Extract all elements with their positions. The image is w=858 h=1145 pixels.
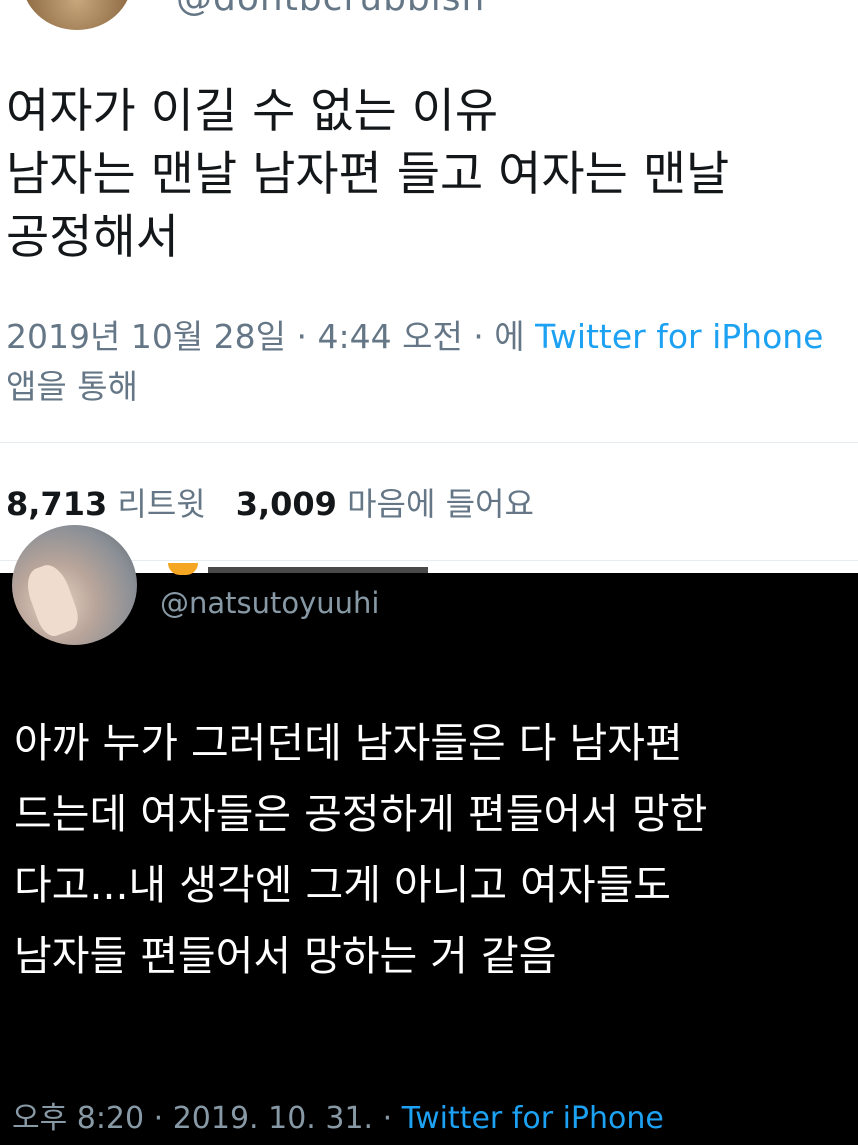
display-name-emoji xyxy=(168,563,198,575)
display-name[interactable] xyxy=(208,567,428,573)
user-handle[interactable]: @dontbcrubbish xyxy=(176,0,485,19)
tweet-text-line: 드는데 여자들은 공정하게 편들어서 망한 xyxy=(14,790,708,838)
tweet-light: @dontbcrubbish 여자가 이길 수 없는 이유 남자는 맨날 남자편… xyxy=(0,0,858,573)
tweet-timestamp[interactable]: 오후 8:20 · 2019. 10. 31. · xyxy=(12,1101,402,1136)
user-handle[interactable]: @natsutoyuuhi xyxy=(160,586,379,620)
likes-label: 마음에 들어요 xyxy=(347,485,534,523)
avatar[interactable] xyxy=(22,0,132,30)
tweet-date[interactable]: 2019년 10월 28일 · 4:44 오전 · 에 xyxy=(6,317,535,356)
retweets-stat[interactable]: 8,713 리트윗 xyxy=(6,485,206,523)
source-link[interactable]: Twitter for iPhone xyxy=(402,1101,664,1136)
tweet-text-line: 여자가 이길 수 없는 이유 xyxy=(6,84,499,139)
tweet-text: 여자가 이길 수 없는 이유 남자는 맨날 남자편 들고 여자는 맨날 공정해서 xyxy=(6,80,856,269)
retweets-label: 리트윗 xyxy=(117,485,206,523)
source-link[interactable]: Twitter for iPhone xyxy=(535,317,823,356)
tweet-text-line: 아까 누가 그러던데 남자들은 다 남자편 xyxy=(14,719,683,767)
tweet-meta: 2019년 10월 28일 · 4:44 오전 · 에 Twitter for … xyxy=(6,312,858,412)
tweet-text-line: 다고...내 생각엔 그게 아니고 여자들도 xyxy=(14,861,672,909)
tweet-text-line: 남자들 편들어서 망하는 거 같음 xyxy=(14,932,557,980)
retweets-count: 8,713 xyxy=(6,485,108,523)
source-suffix: 앱을 통해 xyxy=(6,367,138,406)
tweet-text-line: 공정해서 xyxy=(6,210,179,265)
tweet-text-line: 남자는 맨날 남자편 들고 여자는 맨날 xyxy=(6,147,730,202)
tweet-stats: 8,713 리트윗 3,009 마음에 들어요 xyxy=(6,479,534,525)
tweet-dark: @natsutoyuuhi 아까 누가 그러던데 남자들은 다 남자편 드는데 … xyxy=(0,525,858,1145)
divider xyxy=(0,442,858,443)
likes-stat[interactable]: 3,009 마음에 들어요 xyxy=(236,485,534,523)
likes-count: 3,009 xyxy=(235,485,337,523)
tweet-text: 아까 누가 그러던데 남자들은 다 남자편 드는데 여자들은 공정하게 편들어서… xyxy=(14,708,858,992)
tweet-meta: 오후 8:20 · 2019. 10. 31. · Twitter for iP… xyxy=(12,1093,664,1137)
avatar[interactable] xyxy=(12,525,137,645)
